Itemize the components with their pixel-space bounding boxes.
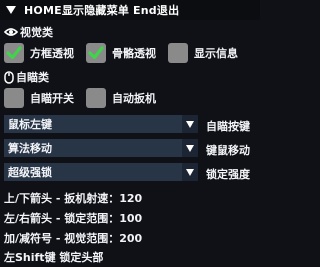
skeleton-esp-label: 骨骼透视: [112, 47, 156, 60]
lock-range-info: 左/右箭头 - 锁定范围：100: [4, 212, 143, 225]
aimbot-options-row: 自瞄开关 自动扳机: [4, 88, 168, 108]
visual-section-label: 视觉类: [20, 26, 53, 39]
collapse-arrow-icon[interactable]: [6, 6, 16, 14]
head-lock-info: 左Shift键 锁定头部: [4, 251, 104, 264]
mouse-move-value: 算法移动: [8, 142, 52, 155]
mouse-icon: [4, 70, 14, 84]
eye-icon: [4, 28, 18, 36]
aim-key-dropdown-button[interactable]: [182, 115, 198, 133]
aim-key-combo[interactable]: 鼠标左键: [4, 115, 198, 133]
aim-key-value: 鼠标左键: [8, 118, 52, 131]
check-icon: [6, 46, 22, 60]
window-title: HOME显示隐藏菜单 End退出: [24, 4, 180, 17]
title-bar[interactable]: HOME显示隐藏菜单 End退出: [0, 0, 260, 20]
lock-strength-combo[interactable]: 超级强锁: [4, 163, 198, 181]
auto-trigger-checkbox[interactable]: [86, 88, 106, 108]
visual-options-row: 方框透视 骨骼透视 显示信息: [4, 43, 250, 63]
visual-range-info: 加/减符号 - 视觉范围：200: [4, 232, 143, 245]
lock-strength-dropdown-button[interactable]: [182, 163, 198, 181]
chevron-down-icon: [186, 144, 194, 152]
chevron-down-icon: [186, 120, 194, 128]
aimbot-toggle-checkbox[interactable]: [4, 88, 24, 108]
aimbot-toggle-label: 自瞄开关: [30, 92, 74, 105]
cheat-menu-window: HOME显示隐藏菜单 End退出 视觉类 方框透视 骨骼透视 显示信息 自瞄类 …: [0, 0, 260, 267]
trigger-rate-info: 上/下箭头 - 扳机射速：120: [4, 192, 143, 205]
mouse-move-label: 键鼠移动: [206, 144, 250, 157]
aim-key-label: 自瞄按键: [206, 120, 250, 133]
check-icon: [88, 46, 104, 60]
aimbot-section-header: 自瞄类: [4, 69, 49, 85]
mouse-move-dropdown-button[interactable]: [182, 139, 198, 157]
lock-strength-value: 超级强锁: [8, 166, 52, 179]
skeleton-esp-checkbox[interactable]: [86, 43, 106, 63]
show-info-label: 显示信息: [194, 47, 238, 60]
lock-strength-label: 锁定强度: [206, 168, 250, 181]
chevron-down-icon: [186, 168, 194, 176]
box-esp-checkbox[interactable]: [4, 43, 24, 63]
mouse-move-combo[interactable]: 算法移动: [4, 139, 198, 157]
show-info-checkbox[interactable]: [168, 43, 188, 63]
box-esp-label: 方框透视: [30, 47, 74, 60]
aimbot-section-label: 自瞄类: [16, 71, 49, 84]
auto-trigger-label: 自动扳机: [112, 92, 156, 105]
visual-section-header: 视觉类: [4, 24, 53, 40]
